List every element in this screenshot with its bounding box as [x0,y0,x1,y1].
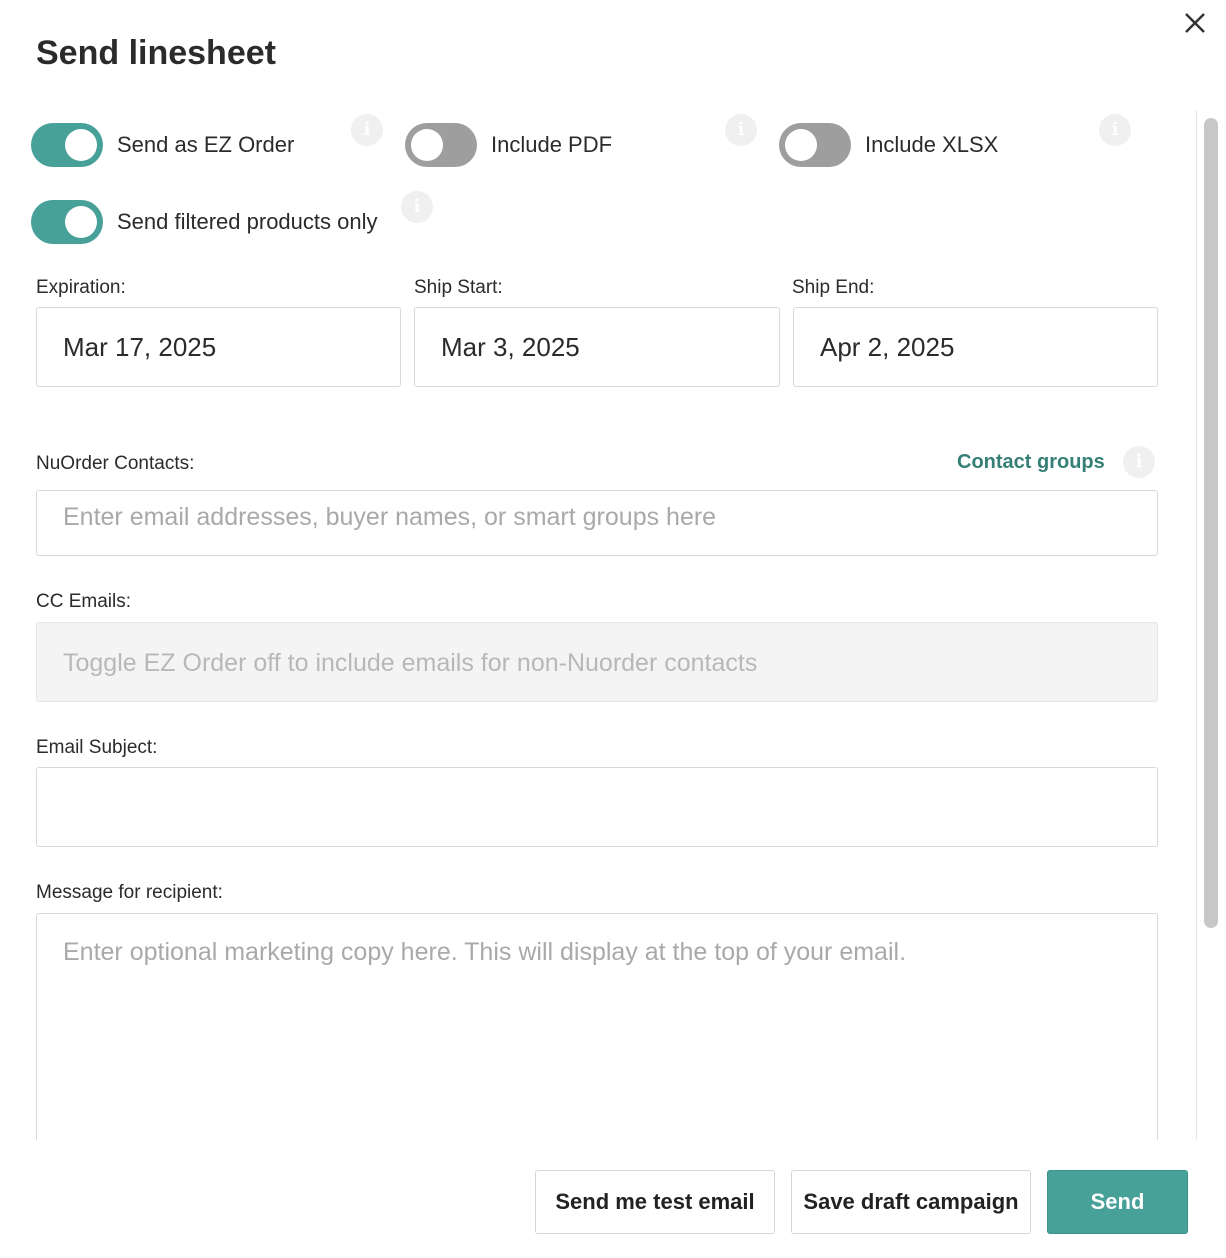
close-icon[interactable] [1180,8,1210,38]
email-subject-input[interactable] [36,767,1158,847]
filtered-only-label: Send filtered products only [117,209,378,234]
include-xlsx-toggle-group: Include XLSX [779,123,998,167]
modal-title: Send linesheet [36,34,276,72]
cc-emails-label: CC Emails: [36,591,132,612]
email-subject-label: Email Subject: [36,737,158,758]
contact-groups-link[interactable]: Contact groups [957,451,1105,474]
filtered-only-toggle-group: Send filtered products only [31,200,378,244]
ship-end-date-input[interactable]: Apr 2, 2025 [793,307,1158,387]
include-pdf-label: Include PDF [491,132,613,157]
include-pdf-toggle[interactable] [405,123,477,167]
toggle-knob [785,129,817,161]
scrollbar-thumb[interactable] [1204,118,1218,928]
filtered-only-toggle[interactable] [31,200,103,244]
expiration-label: Expiration: [36,277,126,298]
message-textarea[interactable]: Enter optional marketing copy here. This… [36,913,1158,1173]
send-button[interactable]: Send [1047,1170,1188,1234]
ez-order-toggle[interactable] [31,123,103,167]
toggle-knob [65,206,97,238]
message-label: Message for recipient: [36,882,223,903]
cc-emails-input: Toggle EZ Order off to include emails fo… [36,622,1158,702]
contacts-input[interactable]: Enter email addresses, buyer names, or s… [36,490,1158,556]
include-xlsx-toggle[interactable] [779,123,851,167]
toggle-knob [65,129,97,161]
include-pdf-toggle-group: Include PDF [405,123,612,167]
include-xlsx-info-icon[interactable]: i [1099,114,1131,146]
ez-order-info-icon[interactable]: i [351,114,383,146]
filtered-only-info-icon[interactable]: i [401,191,433,223]
ship-start-date-input[interactable]: Mar 3, 2025 [414,307,780,387]
ez-order-label: Send as EZ Order [117,132,295,157]
ship-end-label: Ship End: [792,277,875,298]
toggle-knob [411,129,443,161]
contact-groups-info-icon[interactable]: i [1123,446,1155,478]
send-test-email-button[interactable]: Send me test email [535,1170,775,1234]
include-pdf-info-icon[interactable]: i [725,114,757,146]
ship-start-label: Ship Start: [414,277,503,298]
ez-order-toggle-group: Send as EZ Order [31,123,294,167]
expiration-date-input[interactable]: Mar 17, 2025 [36,307,401,387]
save-draft-button[interactable]: Save draft campaign [791,1170,1031,1234]
contacts-label: NuOrder Contacts: [36,453,195,474]
include-xlsx-label: Include XLSX [865,132,999,157]
